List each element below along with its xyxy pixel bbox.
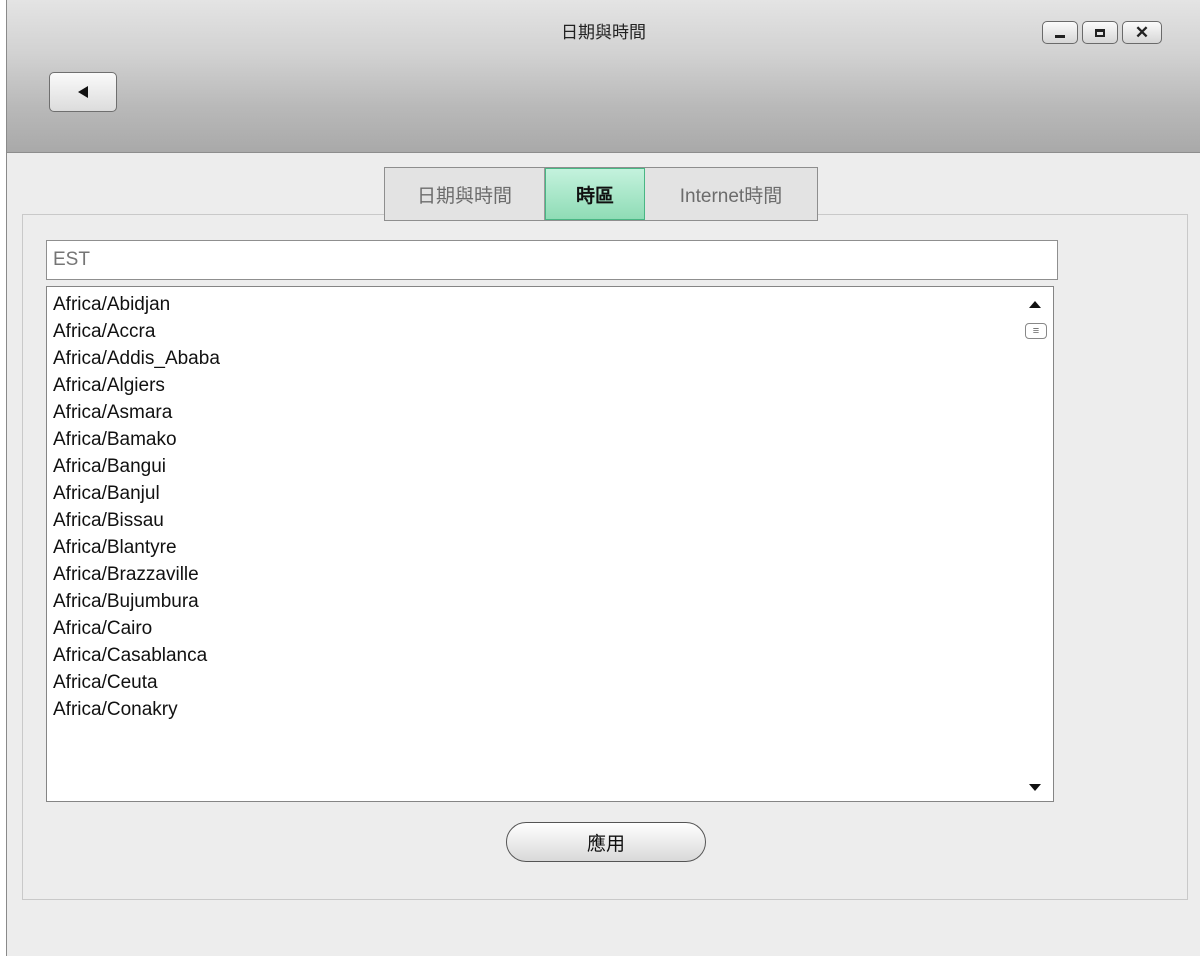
tab-bar: 日期與時間 時區 Internet時間 [384, 167, 818, 221]
timezone-list-item[interactable]: Africa/Accra [47, 318, 220, 345]
timezone-list-item[interactable]: Africa/Blantyre [47, 534, 220, 561]
back-button[interactable] [49, 72, 117, 112]
back-arrow-icon [78, 86, 88, 98]
maximize-icon [1095, 28, 1105, 37]
timezone-list-item[interactable]: Africa/Cairo [47, 615, 220, 642]
timezone-list-item[interactable]: Africa/Asmara [47, 399, 220, 426]
timezone-search-input[interactable] [46, 240, 1058, 280]
minimize-button[interactable] [1042, 21, 1078, 44]
timezone-list-item[interactable]: Africa/Ceuta [47, 669, 220, 696]
close-icon: ✕ [1134, 23, 1150, 42]
timezone-list-item[interactable]: Africa/Bangui [47, 453, 220, 480]
timezone-list-item[interactable]: Africa/Casablanca [47, 642, 220, 669]
window-title: 日期與時間 [561, 23, 646, 42]
scrollbar-thumb[interactable]: ≡ [1025, 323, 1047, 339]
timezone-list-item[interactable]: Africa/Brazzaville [47, 561, 220, 588]
timezone-list-item[interactable]: Africa/Algiers [47, 372, 220, 399]
title-bar: 日期與時間 ✕ [7, 0, 1200, 153]
scroll-down-arrow-icon[interactable] [1029, 784, 1041, 791]
tab-timezone[interactable]: 時區 [545, 168, 645, 220]
timezone-list-item[interactable]: Africa/Bissau [47, 507, 220, 534]
scroll-up-arrow-icon[interactable] [1029, 301, 1041, 308]
timezone-list-item[interactable]: Africa/Addis_Ababa [47, 345, 220, 372]
apply-button[interactable]: 應用 [506, 822, 706, 862]
window-controls: ✕ [1042, 21, 1162, 44]
timezone-list-items: Africa/Abidjan Africa/Accra Africa/Addis_A… [47, 291, 220, 723]
close-button[interactable]: ✕ [1122, 21, 1162, 44]
timezone-list-item[interactable]: Africa/Banjul [47, 480, 220, 507]
timezone-list-item[interactable]: Africa/Conakry [47, 696, 220, 723]
timezone-list-item[interactable]: Africa/Bamako [47, 426, 220, 453]
tab-date-time[interactable]: 日期與時間 [385, 168, 545, 220]
timezone-list-item[interactable]: Africa/Bujumbura [47, 588, 220, 615]
timezone-list[interactable]: Africa/Abidjan Africa/Accra Africa/Addis_A… [46, 286, 1054, 802]
maximize-button[interactable] [1082, 21, 1118, 44]
timezone-list-item[interactable]: Africa/Abidjan [47, 291, 220, 318]
tab-internet-time[interactable]: Internet時間 [645, 168, 817, 220]
minimize-icon [1055, 35, 1065, 38]
